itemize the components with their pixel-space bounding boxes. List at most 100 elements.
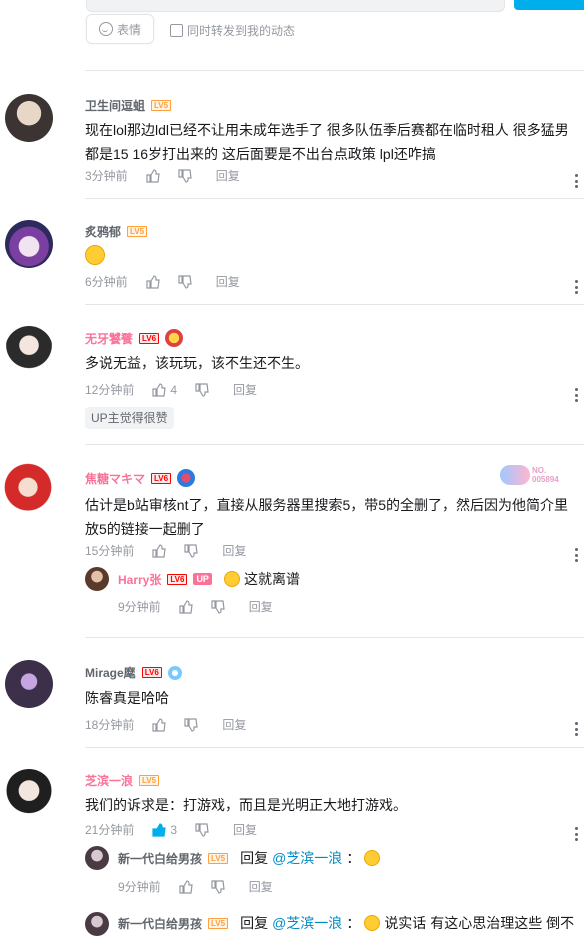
mention-link[interactable]: @芝滨一浪 [272,913,342,933]
reply-author[interactable]: 新一代白给男孩 LV5 [118,915,229,932]
reply-item: 新一代白给男孩 LV5 回复 @芝滨一浪 ： [118,848,381,868]
like-button[interactable] [146,274,160,289]
emoji-button[interactable]: 表情 [86,14,154,44]
comment-author[interactable]: 焦糖マキマ LV6 [85,469,196,487]
like-button[interactable] [152,717,167,732]
reply-time: 9分钟前 [118,880,161,894]
avatar[interactable] [5,220,53,268]
more-icon[interactable] [574,548,578,562]
more-icon[interactable] [574,827,578,841]
reply-colon: ： [346,850,361,866]
like-button[interactable] [146,168,160,183]
avatar[interactable] [5,769,53,817]
reply-avatar[interactable] [85,846,109,870]
comment-author[interactable]: 芝滨一浪 LV5 [85,772,160,789]
repost-option[interactable]: 同时转发到我的动态 [170,22,295,39]
reply-item: 新一代白给男孩 LV5 回复 @芝滨一浪 ： 说实话 有这心思治理这些 倒不 [118,913,574,933]
dislike-button[interactable] [211,599,225,614]
dislike-button[interactable] [178,274,192,289]
reply-avatar[interactable] [85,567,109,591]
like-button[interactable]: 3 [152,823,177,837]
comment-meta: 15分钟前 回复 [85,542,246,559]
thumb-up-icon [146,168,160,183]
reply-button[interactable]: 回复 [216,167,240,184]
dislike-button[interactable] [195,382,209,397]
reply-meta: 9分钟前 回复 [118,878,273,895]
comment-author[interactable]: Mirage麾 LV6 [85,664,182,681]
reply-button[interactable]: 回复 [249,878,273,895]
reply-author[interactable]: Harry张 LV6 UP [118,571,212,588]
emoji [364,915,381,931]
level-badge: LV5 [139,775,160,786]
thumb-up-icon [179,599,193,614]
level-badge: LV6 [151,472,172,484]
thumb-down-icon [211,879,225,894]
comment-meta: 12分钟前 4 回复 [85,381,257,398]
reply-button[interactable]: 回复 [233,381,257,398]
thumb-up-icon [146,274,160,289]
reply-button[interactable]: 回复 [233,821,257,838]
reply-button[interactable]: 回复 [222,716,246,733]
like-button[interactable] [179,599,193,614]
dislike-button[interactable] [211,879,225,894]
comment-text: 多说无益，该玩玩，该不生还不生。 [85,355,309,371]
comment-author[interactable]: 无牙饕餮 LV6 [85,329,184,347]
reply-avatar[interactable] [85,912,109,936]
avatar[interactable] [5,94,53,142]
reply-button[interactable]: 回复 [222,542,246,559]
reply-text: 说实话 有这心思治理这些 倒不 [384,915,575,931]
reply-button[interactable]: 回复 [249,598,273,615]
reply-colon: ： [346,915,361,931]
thumb-down-icon [211,599,225,614]
divider [85,444,584,445]
more-icon[interactable] [574,174,578,188]
avatar[interactable] [5,326,53,374]
like-button[interactable] [152,543,167,558]
thumb-down-icon [178,168,192,183]
comment-time: 12分钟前 [85,383,135,397]
mention-link[interactable]: @芝滨一浪 [272,848,342,868]
comment-text: 我们的诉求是：打游戏，而且是光明正大地打游戏。 [85,797,407,813]
level-badge: LV5 [127,226,148,237]
emoji [364,850,381,866]
smile-icon [98,22,113,36]
comment-author[interactable]: 卫生间逗蛆 LV5 [85,97,172,114]
like-button[interactable] [179,879,193,894]
level-badge: LV5 [151,100,172,111]
avatar[interactable] [0,462,56,518]
more-icon[interactable] [574,280,578,294]
level-badge: LV6 [167,573,188,585]
dislike-button[interactable] [178,168,192,183]
comment-meta: 6分钟前 回复 [85,273,240,290]
more-icon[interactable] [574,722,578,736]
comment-input[interactable] [86,0,505,12]
dislike-button[interactable] [184,543,199,558]
avatar[interactable] [5,660,53,708]
emoji-label: 表情 [116,22,141,37]
medal-icon [177,469,196,487]
thumb-up-icon [152,543,167,558]
comment-text: 现在lol那边ldl已经不让用未成年选手了 很多队伍季后赛都在临时租人 很多猛男… [85,122,569,162]
reply-meta: 9分钟前 回复 [118,598,273,615]
dislike-button[interactable] [184,717,199,732]
thumb-up-icon [152,822,167,837]
reply-prefix: 回复 [240,850,269,866]
reply-author[interactable]: 新一代白给男孩 LV5 [118,850,229,867]
repost-checkbox[interactable] [170,24,183,37]
comment-time: 18分钟前 [85,718,135,732]
dislike-button[interactable] [195,822,209,837]
reply-time: 9分钟前 [118,600,161,614]
divider [85,747,584,748]
like-button[interactable]: 4 [152,383,177,397]
thumb-down-icon [195,382,209,397]
reply-button[interactable]: 回复 [216,273,240,290]
level-badge: LV5 [208,852,229,864]
comment-author[interactable]: 炙鸦郁 LV5 [85,223,148,240]
comment-time: 6分钟前 [85,275,128,289]
level-badge: LV6 [139,332,160,344]
reply-text: 这就离谱 [243,571,300,587]
divider [85,70,584,71]
up-badge: UP [193,573,212,585]
send-button[interactable] [514,0,584,10]
more-icon[interactable] [574,388,578,402]
